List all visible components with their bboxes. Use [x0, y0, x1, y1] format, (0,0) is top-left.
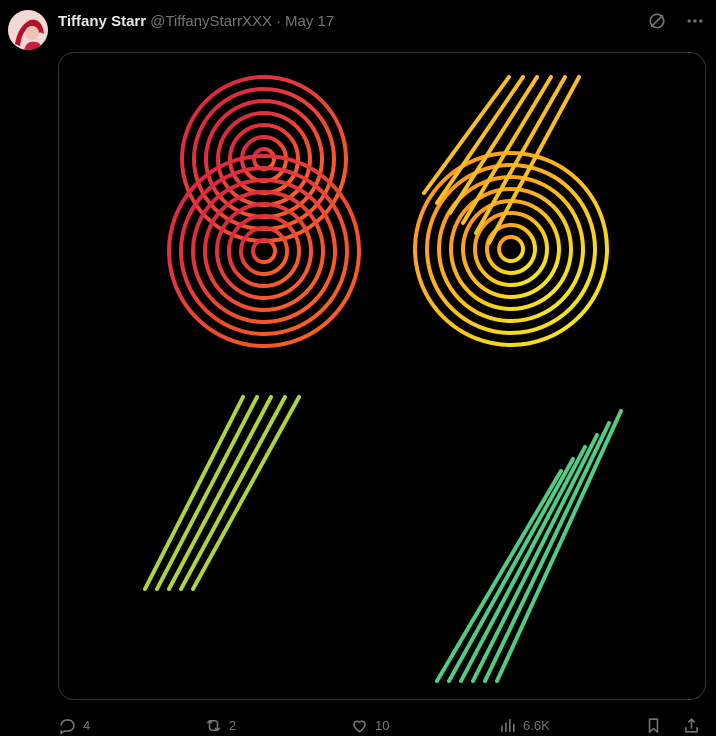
reply-count: 4 [83, 717, 91, 733]
more-icon[interactable] [684, 10, 706, 32]
post-header: Tiffany Starr @TiffanyStarrXXX · May 17 [58, 10, 334, 32]
digit-eight-art [167, 75, 361, 348]
post-date[interactable]: May 17 [285, 13, 334, 30]
views-button[interactable]: 6.6K [498, 714, 550, 736]
post-actions: 4 2 10 6.6K [58, 714, 708, 736]
digit-four-art [143, 395, 381, 683]
repost-icon [206, 719, 221, 731]
repost-button[interactable]: 2 [204, 714, 236, 736]
author-handle[interactable]: @TiffanyStarrXXX [150, 13, 272, 30]
digit-seven-art [409, 409, 623, 683]
like-icon [353, 719, 366, 733]
reply-icon [60, 718, 75, 735]
like-button[interactable]: 10 [350, 714, 389, 736]
grok-icon[interactable] [646, 10, 668, 32]
separator: · [276, 12, 282, 30]
post-top-actions [646, 10, 706, 32]
bookmark-button[interactable] [644, 714, 663, 736]
bookmark-icon [648, 717, 659, 733]
author-name[interactable]: Tiffany Starr [58, 13, 146, 30]
post-image[interactable] [58, 52, 706, 700]
like-count: 10 [375, 717, 390, 733]
number-artwork [143, 75, 623, 683]
views-icon [501, 718, 515, 732]
share-button[interactable] [682, 714, 701, 736]
digit-six-art [413, 75, 609, 347]
reply-button[interactable]: 4 [58, 714, 90, 736]
repost-count: 2 [229, 717, 237, 733]
avatar[interactable] [8, 10, 48, 50]
views-count: 6.6K [523, 717, 550, 733]
share-icon [685, 717, 698, 733]
avatar-image [8, 10, 48, 50]
